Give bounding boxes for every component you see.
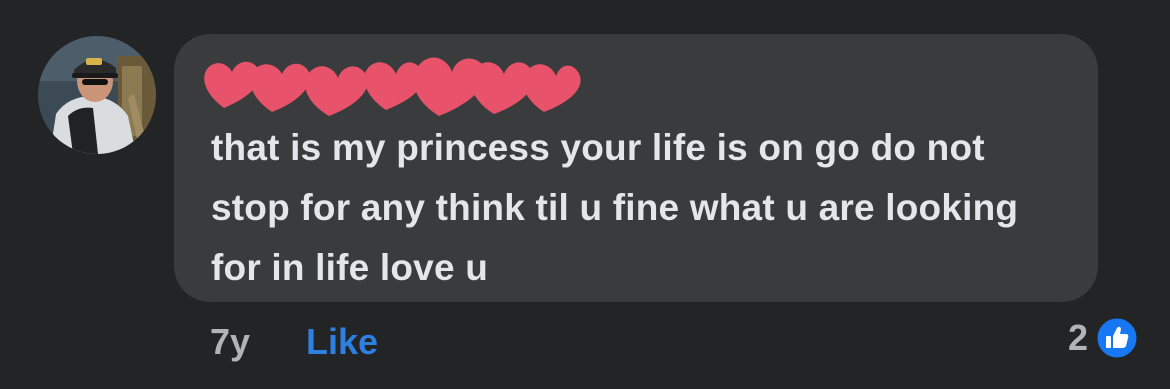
- reaction-count: 2: [1067, 317, 1088, 358]
- reaction-summary[interactable]: 2: [1068, 313, 1140, 363]
- avatar-photo: [38, 36, 156, 154]
- comment-timestamp[interactable]: 7y: [210, 320, 250, 364]
- comment-screen: that is my princess your life is on go d…: [0, 0, 1170, 389]
- thumbs-up-icon: [1094, 315, 1140, 361]
- comment-text: that is my princess your life is on go d…: [211, 127, 1019, 288]
- comment-bubble: that is my princess your life is on go d…: [174, 34, 1098, 302]
- avatar[interactable]: [38, 36, 156, 154]
- like-button[interactable]: Like: [306, 320, 378, 364]
- redacted-author-name: [204, 57, 581, 116]
